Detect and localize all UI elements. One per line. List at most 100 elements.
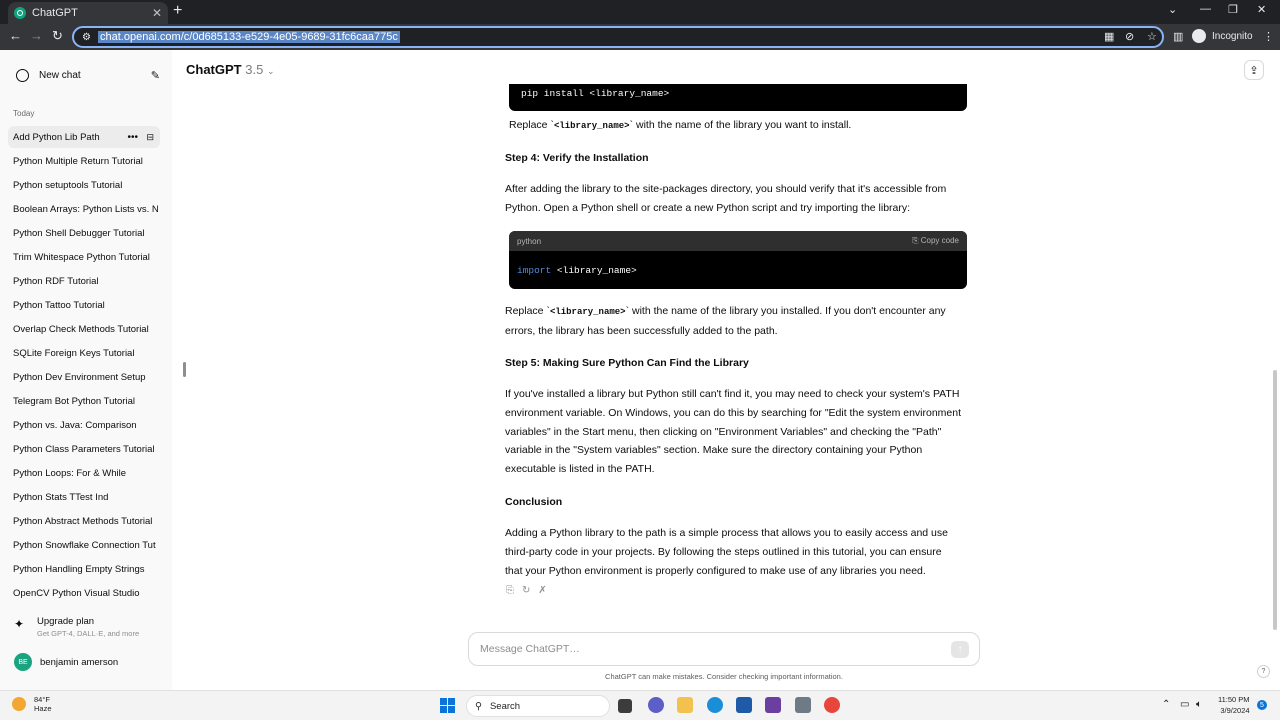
notification-badge[interactable]: 5: [1257, 700, 1267, 710]
copy-icon[interactable]: ⎘: [506, 585, 514, 596]
history-item-label: Trim Whitespace Python Tutorial: [13, 251, 150, 263]
browser-tab-bar: ChatGPT ✕ + ⌄ — ❐ ✕: [0, 0, 1280, 24]
incognito-icon: [1192, 29, 1206, 43]
history-item[interactable]: Add Python Lib Path ••• ⊟: [8, 126, 160, 148]
chrome-icon[interactable]: [824, 697, 840, 713]
new-tab-icon[interactable]: +: [173, 2, 182, 20]
new-chat-button[interactable]: New chat ✎: [10, 64, 160, 86]
openai-logo-icon: [16, 68, 29, 82]
history-item[interactable]: Python Stats TTest Ind: [8, 486, 160, 508]
start-button[interactable]: [440, 698, 455, 713]
minimize-icon[interactable]: —: [1200, 3, 1211, 15]
history-item[interactable]: Python vs. Java: Comparison: [8, 414, 160, 436]
upgrade-plan-button[interactable]: ✦ Upgrade plan Get GPT-4, DALL·E, and mo…: [14, 616, 139, 638]
compose-icon[interactable]: ✎: [151, 69, 160, 82]
history-item[interactable]: Python Snowflake Connection Tut: [8, 534, 160, 556]
history-item[interactable]: Python Tattoo Tutorial: [8, 294, 160, 316]
history-item[interactable]: Python Multiple Return Tutorial: [8, 150, 160, 172]
question-icon: ?: [1261, 668, 1266, 675]
eye-off-icon[interactable]: ⊘: [1125, 30, 1134, 43]
qr-code-icon[interactable]: ▦: [1104, 30, 1114, 43]
history-item-label: Python Stats TTest Ind: [13, 491, 109, 503]
archive-icon[interactable]: ⊟: [146, 132, 154, 143]
file-explorer-icon[interactable]: [677, 697, 693, 713]
restore-icon[interactable]: ❐: [1228, 3, 1238, 16]
tab-search-chevron-icon[interactable]: ⌄: [1168, 3, 1177, 16]
history-item-label: Boolean Arrays: Python Lists vs. N: [13, 203, 159, 215]
forward-icon[interactable]: →: [30, 28, 43, 43]
history-item-label: Python Loops: For & While: [13, 467, 126, 479]
history-item[interactable]: OpenCV Python Visual Studio: [8, 582, 160, 604]
history-item[interactable]: Telegram Bot Python Tutorial: [8, 390, 160, 412]
incognito-indicator[interactable]: Incognito: [1192, 29, 1253, 43]
share-button[interactable]: ⇪: [1244, 60, 1264, 80]
history-item[interactable]: Boolean Arrays: Python Lists vs. N: [8, 198, 160, 220]
history-item-label: Python Class Parameters Tutorial: [13, 443, 155, 455]
weather-widget[interactable]: 84°F Haze: [12, 695, 52, 713]
text: ` with the name of the library you want …: [629, 119, 852, 131]
sidebar-collapse-handle[interactable]: [183, 362, 186, 377]
app-icon[interactable]: [795, 697, 811, 713]
history-item[interactable]: Python Handling Empty Strings: [8, 558, 160, 580]
text-line: third-party code in your projects. By fo…: [505, 545, 942, 558]
history-item[interactable]: Python Dev Environment Setup: [8, 366, 160, 388]
send-button[interactable]: ↑: [951, 641, 969, 658]
regenerate-icon[interactable]: ↻: [522, 585, 530, 596]
address-bar[interactable]: ⚙ chat.openai.com/c/0d685133-e529-4e05-9…: [72, 26, 1164, 48]
history-item[interactable]: Python Loops: For & While: [8, 462, 160, 484]
chatgpt-favicon-icon: [14, 7, 26, 19]
back-icon[interactable]: ←: [9, 28, 22, 43]
taskbar-search[interactable]: ⚲ Search: [466, 695, 610, 717]
scrollbar[interactable]: [1273, 370, 1277, 630]
history-item[interactable]: Python RDF Tutorial: [8, 270, 160, 292]
history-item[interactable]: SQLite Foreign Keys Tutorial: [8, 342, 160, 364]
text-line: that your Python environment is properly…: [505, 564, 926, 577]
store-icon[interactable]: [736, 697, 752, 713]
history-item[interactable]: Python setuptools Tutorial: [8, 174, 160, 196]
volume-icon[interactable]: 🔈︎: [1196, 699, 1202, 710]
code-line: pip install <library_name>: [521, 88, 670, 99]
history-item[interactable]: Python Abstract Methods Tutorial: [8, 510, 160, 532]
text: Replace `: [509, 119, 554, 131]
model-version: 3.5: [245, 62, 264, 77]
task-view-icon[interactable]: [618, 699, 632, 713]
history-item[interactable]: Trim Whitespace Python Tutorial: [8, 246, 160, 268]
history-item-label: Python vs. Java: Comparison: [13, 419, 137, 431]
history-item-label: Python Abstract Methods Tutorial: [13, 515, 153, 527]
avatar: BE: [14, 653, 32, 671]
browser-menu-icon[interactable]: ⋮: [1263, 30, 1274, 43]
model-selector[interactable]: ChatGPT 3.5 ⌄: [186, 62, 275, 77]
copy-code-button[interactable]: ⎘ Copy code: [912, 236, 959, 246]
disclaimer: ChatGPT can make mistakes. Consider chec…: [605, 672, 843, 681]
history-item-label: Telegram Bot Python Tutorial: [13, 395, 135, 407]
thumbs-down-icon[interactable]: ✗: [538, 585, 546, 596]
side-panel-icon[interactable]: ▥: [1173, 30, 1183, 43]
close-window-icon[interactable]: ✕: [1257, 3, 1266, 16]
show-hidden-icons-icon[interactable]: ⌃: [1162, 699, 1170, 710]
browser-toolbar: ← → ↻ ⚙ chat.openai.com/c/0d685133-e529-…: [0, 24, 1280, 50]
code-block: pip install <library_name>: [509, 84, 967, 111]
user-menu-button[interactable]: BE benjamin amerson: [14, 653, 118, 671]
history-item[interactable]: Python Shell Debugger Tutorial: [8, 222, 160, 244]
message-input[interactable]: Message ChatGPT… ↑: [468, 632, 980, 666]
taskbar: 84°F Haze ⚲ Search ⌃ ▭ 🔈︎ 11:50 PM 3/9/2…: [0, 690, 1280, 720]
help-button[interactable]: ?: [1257, 665, 1270, 678]
tab-close-icon[interactable]: ✕: [152, 6, 162, 20]
network-icon[interactable]: ▭: [1180, 699, 1189, 710]
site-info-icon[interactable]: ⚙: [82, 32, 92, 43]
more-options-icon[interactable]: •••: [127, 132, 138, 143]
history-item[interactable]: Python Class Parameters Tutorial: [8, 438, 160, 460]
text-line: After adding the library to the site-pac…: [505, 183, 947, 195]
browser-tab[interactable]: ChatGPT ✕: [8, 2, 168, 24]
search-icon: ⚲: [475, 700, 482, 712]
date: 3/9/2024: [1220, 706, 1250, 715]
reload-icon[interactable]: ↻: [52, 28, 63, 44]
edge-browser-icon[interactable]: [707, 697, 723, 713]
history-item-label: Python Dev Environment Setup: [13, 371, 146, 383]
history-item[interactable]: Overlap Check Methods Tutorial: [8, 318, 160, 340]
tab-title: ChatGPT: [32, 7, 78, 19]
vscode-icon[interactable]: [765, 697, 781, 713]
bookmark-star-icon[interactable]: ☆: [1147, 30, 1157, 43]
chat-app-icon[interactable]: [648, 697, 664, 713]
system-clock[interactable]: 11:50 PM 3/9/2024: [1218, 694, 1250, 716]
